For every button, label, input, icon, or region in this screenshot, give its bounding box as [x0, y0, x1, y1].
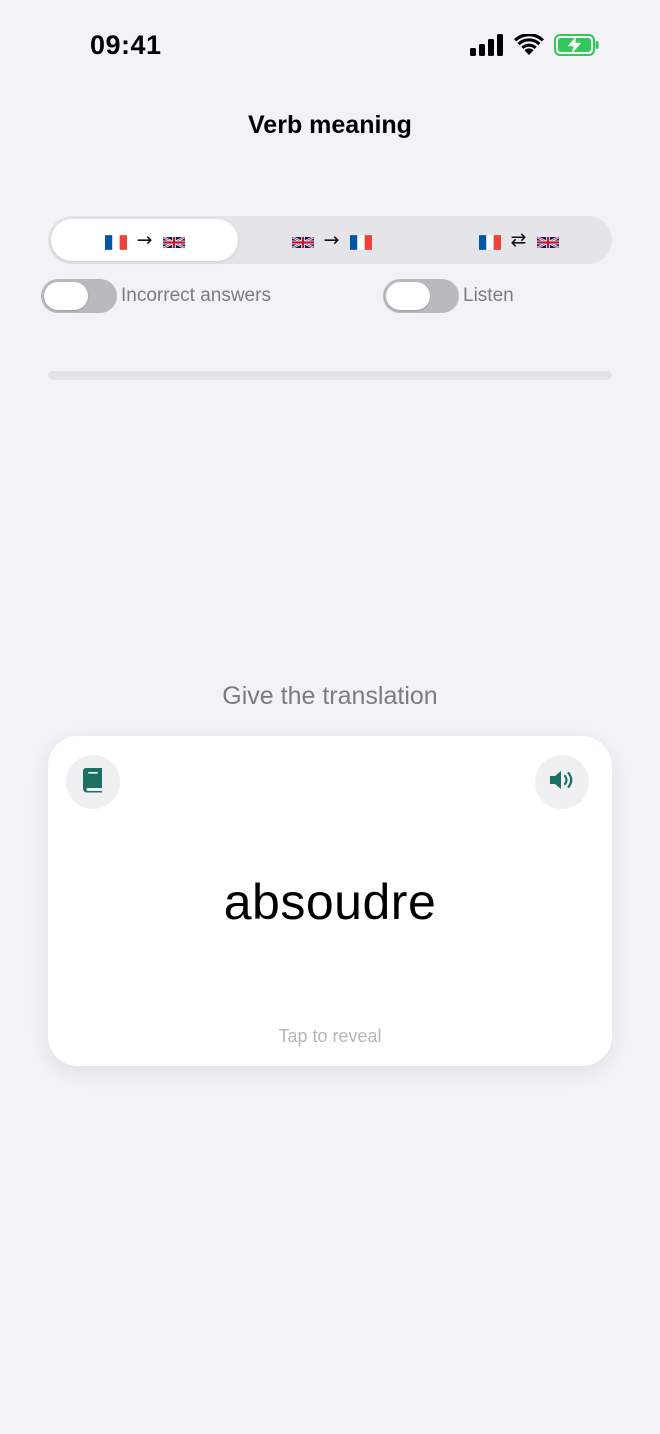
- uk-flag-icon: [162, 233, 185, 249]
- wifi-icon: [514, 33, 544, 61]
- play-audio-button[interactable]: [535, 755, 589, 809]
- segment-both-directions[interactable]: ⇄: [425, 219, 612, 261]
- flashcard[interactable]: absoudre Tap to reveal: [48, 736, 612, 1066]
- segment-en-to-fr[interactable]: →: [238, 219, 425, 261]
- battery-charging-icon: [554, 34, 600, 61]
- swap-arrows-icon: ⇄: [510, 229, 527, 251]
- progress-bar: [48, 371, 612, 380]
- prompt-text: Give the translation: [222, 682, 438, 710]
- uk-flag-icon: [536, 233, 559, 249]
- direction-selector: → → ⇄: [48, 216, 612, 264]
- tap-to-reveal-hint: Tap to reveal: [278, 1026, 382, 1046]
- switch-knob: [44, 282, 88, 310]
- page-title: Verb meaning: [248, 111, 412, 139]
- arrow-right-icon: →: [136, 229, 153, 251]
- incorrect-answers-switch[interactable]: [41, 279, 117, 313]
- incorrect-answers-toggle-row: Incorrect answers: [41, 279, 271, 313]
- signal-icon: [470, 34, 504, 61]
- flashcard-word: absoudre: [223, 874, 437, 930]
- france-flag-icon: [104, 233, 127, 250]
- segment-fr-to-en[interactable]: →: [51, 219, 238, 261]
- arrow-right-icon: →: [323, 229, 340, 251]
- uk-flag-icon: [291, 233, 314, 249]
- book-icon: [82, 767, 104, 798]
- switch-knob: [386, 282, 430, 310]
- france-flag-icon: [478, 233, 501, 250]
- listen-label: Listen: [463, 285, 514, 306]
- france-flag-icon: [349, 233, 372, 250]
- speaker-icon: [548, 768, 576, 797]
- listen-switch[interactable]: [383, 279, 459, 313]
- listen-toggle-row: Listen: [383, 279, 514, 313]
- status-time: 09:41: [90, 30, 162, 60]
- status-icons: [470, 33, 600, 61]
- dictionary-button[interactable]: [66, 755, 120, 809]
- incorrect-answers-label: Incorrect answers: [121, 285, 271, 306]
